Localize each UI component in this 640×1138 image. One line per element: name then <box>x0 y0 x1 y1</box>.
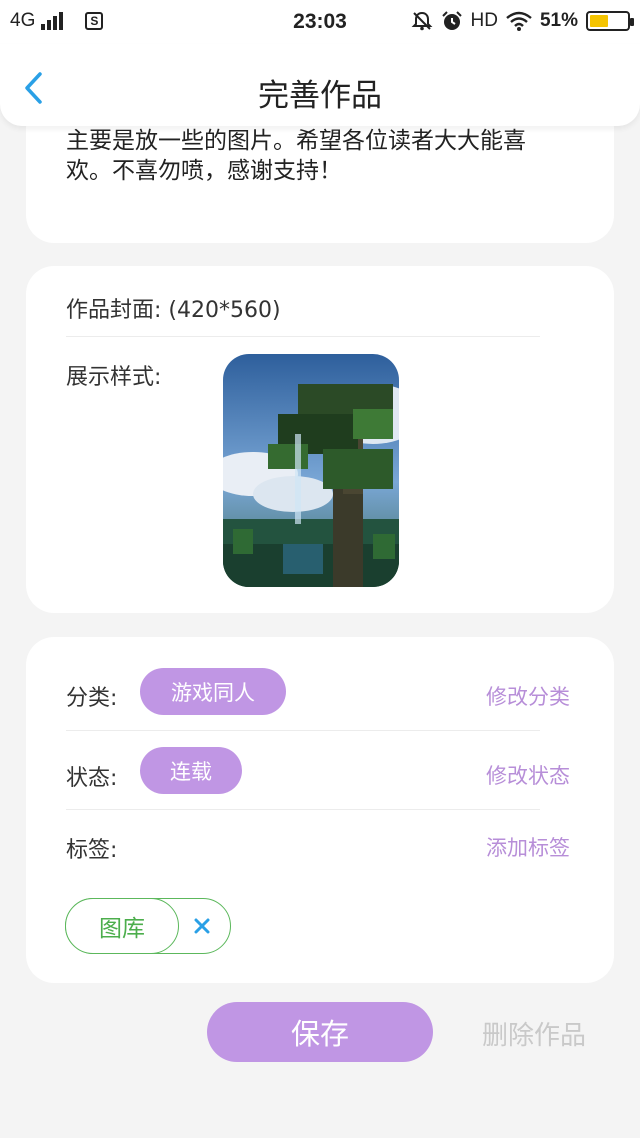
battery-percent: 51% <box>539 10 578 31</box>
cover-card: 作品封面: (420*560) 展示样式: <box>26 266 614 613</box>
meta-card: 分类: 游戏同人 修改分类 状态: 连载 修改状态 标签: 添加标签 图库 <box>26 637 614 983</box>
remove-tag-button[interactable] <box>188 911 216 941</box>
edit-status-link[interactable]: 修改状态 <box>486 760 570 790</box>
style-label: 展示样式: <box>66 365 162 390</box>
cover-picture <box>223 354 399 587</box>
tags-label: 标签: <box>66 838 118 863</box>
battery-icon <box>586 11 634 31</box>
cover-label: 作品封面: (420*560) <box>66 298 281 323</box>
wifi-icon <box>506 11 532 31</box>
divider <box>66 336 540 337</box>
category-label: 分类: <box>66 686 118 711</box>
status-bar: 4G S 23:03 HD 51% <box>0 0 640 44</box>
page-title: 完善作品 <box>258 78 382 114</box>
divider <box>66 730 540 731</box>
status-chip[interactable]: 连载 <box>140 747 242 794</box>
status-label: 状态: <box>66 766 118 791</box>
tag-label[interactable]: 图库 <box>65 898 179 954</box>
delete-work-button[interactable]: 删除作品 <box>482 1015 586 1052</box>
hd-indicator: HD <box>470 10 498 31</box>
nav-bar: 完善作品 <box>0 44 640 126</box>
edit-category-link[interactable]: 修改分类 <box>486 681 570 711</box>
status-right: HD 51% <box>411 10 634 32</box>
divider <box>66 809 540 810</box>
add-tag-link[interactable]: 添加标签 <box>486 832 570 862</box>
cover-image[interactable] <box>223 354 399 587</box>
save-button[interactable]: 保存 <box>207 1002 433 1062</box>
alarm-icon <box>441 11 462 30</box>
tag-item: 图库 <box>65 898 231 954</box>
category-chip[interactable]: 游戏同人 <box>140 668 286 715</box>
mute-bell-icon <box>411 11 432 31</box>
intro-text: 主要是放一些的图片。希望各位读者大大能喜欢。不喜勿喷，感谢支持！ <box>66 128 526 184</box>
close-icon <box>194 918 210 934</box>
